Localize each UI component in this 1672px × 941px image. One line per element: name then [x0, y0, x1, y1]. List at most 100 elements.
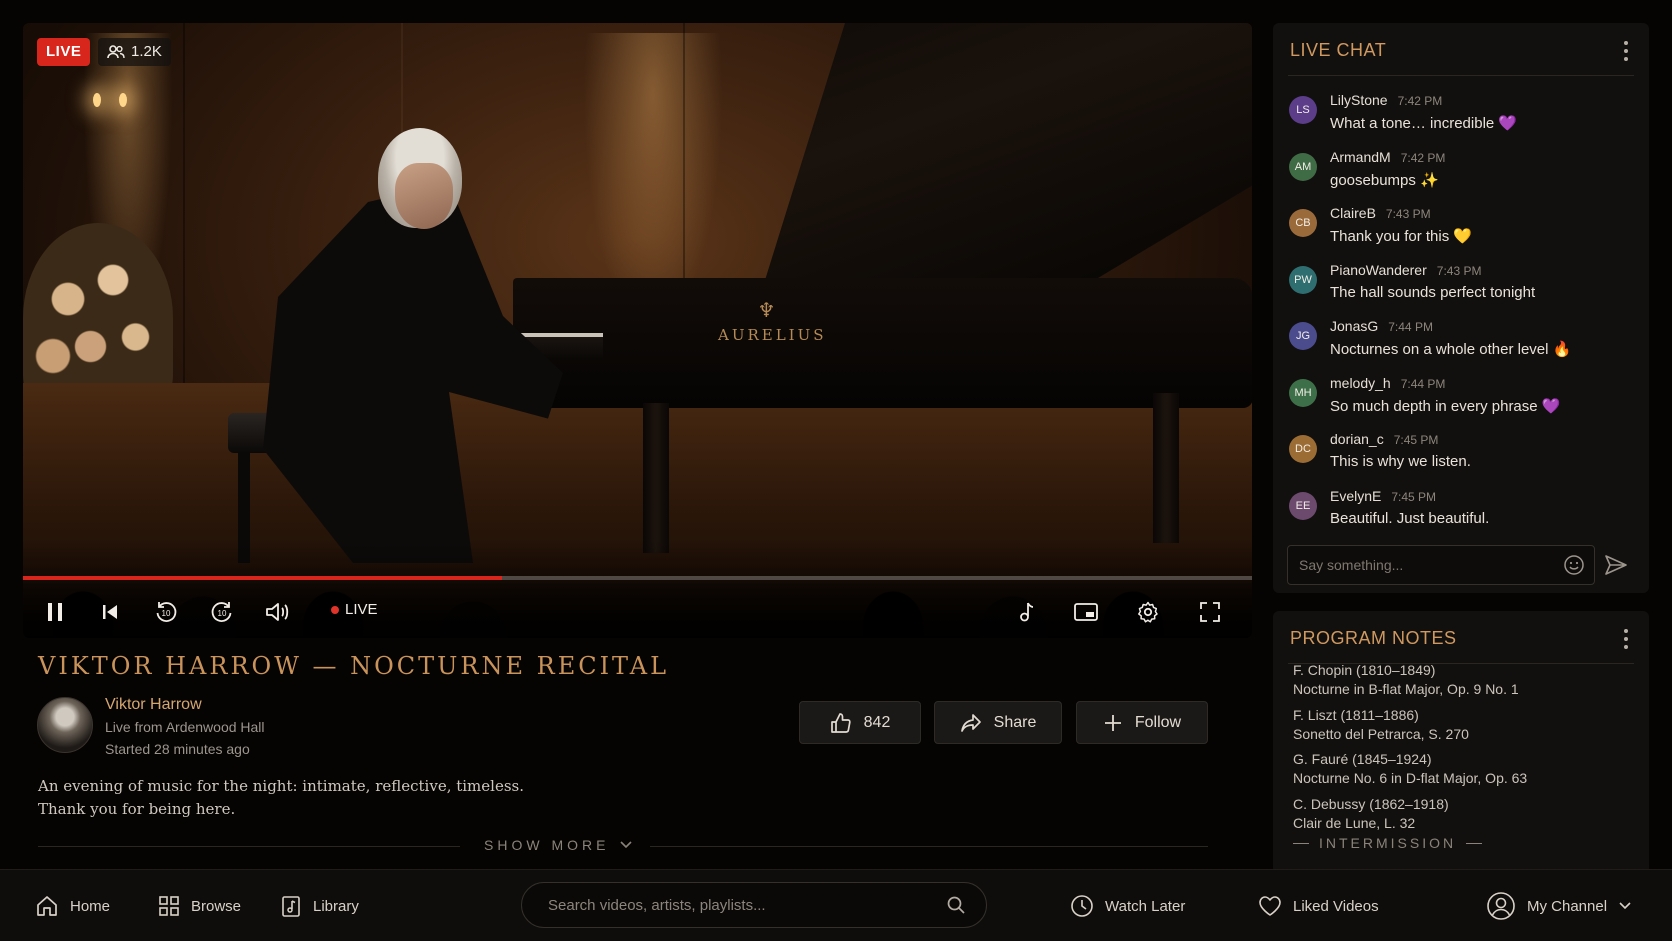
chat-message-text: Nocturnes on a whole other level 🔥	[1330, 341, 1572, 358]
chat-message: LS LilyStone 7:42 PM What a tone… incredibl…	[1289, 92, 1629, 144]
thumbs-up-icon	[830, 712, 851, 733]
share-button[interactable]: Share	[934, 701, 1062, 744]
nav-watch-later[interactable]: Watch Later	[1070, 891, 1185, 921]
channel-name[interactable]: Viktor Harrow	[105, 696, 202, 714]
live-chat-panel: LIVE CHAT LS LilyStone 7:42 PM What a tone……	[1273, 23, 1649, 593]
divider	[38, 846, 460, 847]
chat-avatar[interactable]: AM	[1289, 152, 1317, 181]
nav-library-label: Library	[313, 897, 359, 915]
video-player[interactable]: ♆ AURELIUS LIVE 1.2K 10 10 LIVE	[23, 23, 1252, 638]
chat-input[interactable]	[1287, 545, 1595, 585]
chat-avatar[interactable]: EE	[1289, 491, 1317, 520]
follow-button[interactable]: Follow	[1076, 701, 1208, 744]
divider	[1288, 75, 1634, 76]
progress-bar[interactable]	[23, 576, 1252, 580]
chevron-down-icon	[1619, 902, 1631, 910]
nav-home-label: Home	[70, 897, 111, 915]
my-channel-menu[interactable]: My Channel	[1486, 891, 1632, 921]
volume-icon	[266, 603, 289, 621]
channel-avatar[interactable]	[37, 697, 93, 753]
description-line: An evening of music for the night: intim…	[38, 777, 524, 795]
chat-username-text[interactable]: ClaireB	[1330, 205, 1376, 221]
chat-menu-button[interactable]	[1623, 41, 1629, 61]
search-input[interactable]	[548, 883, 938, 927]
program-item: G. Fauré (1845–1924) Nocturne No. 6 in D-…	[1293, 750, 1527, 788]
nav-browse[interactable]: Browse	[158, 891, 241, 921]
started-text: Started 28 minutes ago	[105, 741, 250, 757]
music-note-button[interactable]	[1011, 597, 1041, 627]
chat-username-text[interactable]: LilyStone	[1330, 92, 1388, 108]
follow-label: Follow	[1134, 713, 1182, 731]
chat-username-text[interactable]: JonasG	[1330, 318, 1378, 334]
piano-brand-text: AURELIUS	[718, 326, 827, 344]
clock-icon	[1071, 895, 1093, 917]
nav-liked-videos[interactable]: Liked Videos	[1258, 891, 1379, 921]
chat-message-text: So much depth in every phrase 💜	[1330, 397, 1561, 415]
chat-username[interactable]: EvelynE 7:45 PM	[1330, 488, 1436, 504]
nav-library[interactable]: Library	[280, 891, 359, 921]
chat-username-text[interactable]: ArmandM	[1330, 149, 1391, 165]
description-line: Thank you for being here.	[38, 800, 236, 818]
search-button[interactable]	[946, 895, 966, 915]
program-work: Nocturne No. 6 in D-flat Major, Op. 63	[1293, 770, 1528, 786]
forward-10-button[interactable]: 10	[207, 597, 237, 627]
chat-timestamp: 7:43 PM	[1385, 207, 1431, 221]
live-indicator[interactable]: LIVE	[331, 601, 378, 618]
like-count: 842	[863, 713, 891, 731]
program-notes-panel: PROGRAM NOTES F. Chopin (1810–1849) Noctu…	[1273, 611, 1649, 869]
live-indicator-text: LIVE	[345, 601, 378, 618]
chat-message: EE EvelynE 7:45 PM Beautiful. Just beautifu…	[1289, 488, 1629, 540]
program-menu-button[interactable]	[1623, 629, 1629, 649]
chat-avatar[interactable]: LS	[1289, 96, 1317, 124]
player-controls: 10 10 LIVE	[23, 583, 1252, 638]
show-more-label: SHOW MORE	[484, 837, 610, 853]
chat-username[interactable]: JonasG 7:44 PM	[1330, 318, 1433, 334]
chat-avatar[interactable]: JG	[1289, 322, 1317, 350]
volume-button[interactable]	[263, 597, 293, 627]
chat-username[interactable]: LilyStone 7:42 PM	[1330, 92, 1442, 108]
pause-button[interactable]	[40, 597, 70, 627]
show-more-button[interactable]: SHOW MORE	[484, 837, 633, 853]
chevron-down-icon	[620, 841, 633, 849]
chat-avatar[interactable]: PW	[1289, 265, 1317, 294]
send-button[interactable]	[1604, 554, 1628, 576]
rewind-10-icon: 10	[156, 602, 177, 622]
emoji-button[interactable]	[1563, 554, 1585, 576]
chat-timestamp: 7:42 PM	[1400, 150, 1446, 165]
chat-username[interactable]: PianoWanderer 7:43 PM	[1330, 262, 1481, 278]
nav-home[interactable]: Home	[35, 891, 110, 921]
chat-username[interactable]: melody_h 7:44 PM	[1330, 375, 1445, 391]
chat-username[interactable]: ClaireB 7:43 PM	[1330, 205, 1431, 221]
program-item: C. Debussy (1862–1918) Clair de Lune, L. …	[1293, 795, 1449, 833]
program-work: Clair de Lune, L. 32	[1293, 814, 1416, 831]
chat-username[interactable]: dorian_c 7:45 PM	[1330, 431, 1438, 447]
chat-avatar[interactable]: MH	[1289, 378, 1317, 407]
live-chat-title: LIVE CHAT	[1290, 40, 1387, 60]
nav-liked-videos-label: Liked Videos	[1293, 897, 1379, 915]
smiley-icon	[1564, 555, 1584, 575]
like-button[interactable]: 842	[799, 701, 921, 744]
chat-username-text[interactable]: EvelynE	[1330, 488, 1381, 504]
program-work: Nocturne in B-flat Major, Op. 9 No. 1	[1293, 681, 1519, 697]
chat-username-text[interactable]: PianoWanderer	[1330, 262, 1427, 278]
miniplayer-button[interactable]	[1071, 597, 1101, 627]
program-composer: F. Chopin (1810–1849)	[1293, 662, 1436, 678]
chat-message-text: Thank you for this 💛	[1330, 228, 1473, 245]
skip-previous-icon	[103, 605, 117, 619]
chat-message-text: Beautiful. Just beautiful.	[1330, 509, 1490, 527]
chat-avatar[interactable]: CB	[1289, 209, 1317, 237]
previous-button[interactable]	[95, 597, 125, 627]
home-icon	[37, 896, 57, 916]
rewind-10-button[interactable]: 10	[151, 597, 181, 627]
intermission-marker: INTERMISSION	[1293, 835, 1483, 851]
fullscreen-button[interactable]	[1195, 597, 1225, 627]
chat-username-text[interactable]: melody_h	[1330, 375, 1391, 391]
user-circle-icon	[1487, 892, 1515, 920]
chat-avatar[interactable]: DC	[1289, 435, 1317, 463]
chat-username-text[interactable]: dorian_c	[1330, 431, 1384, 447]
chat-username[interactable]: ArmandM 7:42 PM	[1330, 149, 1445, 165]
svg-text:10: 10	[162, 609, 171, 618]
settings-button[interactable]	[1133, 597, 1163, 627]
chat-timestamp: 7:45 PM	[1393, 433, 1439, 447]
share-arrow-icon	[960, 713, 981, 732]
